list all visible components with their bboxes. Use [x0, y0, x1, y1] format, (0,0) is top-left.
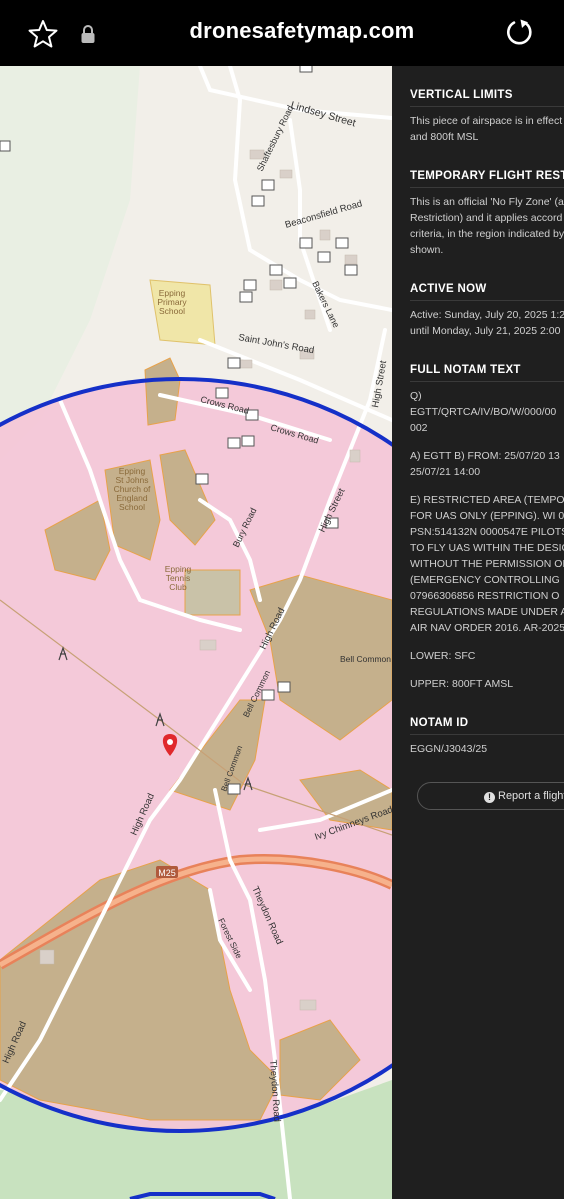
notam-line: Q)	[410, 390, 422, 402]
url-text[interactable]: dronesafetymap.com	[130, 18, 474, 44]
street-label: Bell Common	[340, 654, 391, 664]
report-flight-button[interactable]: ! Report a flight	[417, 782, 564, 810]
notam-line: PSN:514132N 0000547E PILOTS	[410, 526, 564, 538]
divider	[410, 734, 564, 735]
notam-line: TO FLY UAS WITHIN THE DESIG	[410, 542, 564, 554]
section-line: Restriction) and it applies accord	[410, 212, 563, 224]
notam-line: (EMERGENCY CONTROLLING	[410, 574, 560, 586]
notam-spacer	[410, 436, 564, 448]
notam-line: WITHOUT THE PERMISSION OF	[410, 558, 564, 570]
notam-line: E) RESTRICTED AREA (TEMPO	[410, 494, 564, 506]
place-label: School	[159, 306, 185, 316]
lock-icon	[81, 25, 95, 43]
notam-line: 25/07/21 14:00	[410, 466, 481, 478]
section-line: This is an official 'No Fly Zone' (a	[410, 196, 564, 208]
section-line: criteria, in the region indicated by	[410, 228, 564, 240]
section-title: FULL NOTAM TEXT	[410, 364, 521, 376]
section-line: shown.	[410, 244, 444, 256]
map-view[interactable]: M25 Lindsey Street Shaftesbury Road Beac…	[0, 66, 392, 1199]
section-temporary-flight-restriction: TEMPORARY FLIGHT RESTRIC This is an offi…	[410, 167, 564, 258]
notam-line: REGULATIONS MADE UNDER A	[410, 606, 564, 618]
divider	[410, 106, 564, 107]
m25-label: M25	[158, 868, 176, 878]
section-vertical-limits: VERTICAL LIMITS This piece of airspace i…	[410, 86, 564, 145]
section-line: until Monday, July 21, 2025 2:00	[410, 325, 561, 337]
notam-line: AIR NAV ORDER 2016. AR-2025	[410, 622, 564, 634]
reload-icon[interactable]	[504, 18, 534, 48]
notam-line: EGTT/QRTCA/IV/BO/W/000/00	[410, 406, 557, 418]
notam-line: A) EGTT B) FROM: 25/07/20 13	[410, 450, 560, 462]
notam-spacer	[410, 664, 564, 676]
notam-id-value: EGGN/J3043/25	[410, 743, 488, 755]
section-line: This piece of airspace is in effect	[410, 115, 563, 127]
notam-spacer	[410, 636, 564, 648]
section-line: Active: Sunday, July 20, 2025 1:2	[410, 309, 564, 321]
section-title: TEMPORARY FLIGHT RESTRIC	[410, 170, 564, 182]
report-flight-label: Report a flight	[498, 790, 564, 802]
info-icon: !	[484, 792, 495, 803]
browser-toolbar: dronesafetymap.com	[0, 0, 564, 66]
divider	[410, 187, 564, 188]
place-label: Club	[169, 582, 187, 592]
notam-line: 002	[410, 422, 428, 434]
divider	[410, 300, 564, 301]
notam-line: UPPER: 800FT AMSL	[410, 678, 514, 690]
section-notam-id: NOTAM ID EGGN/J3043/25	[410, 714, 564, 757]
section-full-notam-text: FULL NOTAM TEXT Q) EGTT/QRTCA/IV/BO/W/00…	[410, 361, 564, 692]
section-active-now: ACTIVE NOW Active: Sunday, July 20, 2025…	[410, 280, 564, 339]
notam-spacer	[410, 480, 564, 492]
notam-line: FOR UAS ONLY (EPPING). WI 0.	[410, 510, 564, 522]
map-canvas[interactable]: M25 Lindsey Street Shaftesbury Road Beac…	[0, 66, 392, 1199]
notam-line: LOWER: SFC	[410, 650, 476, 662]
section-title: VERTICAL LIMITS	[410, 89, 513, 101]
notam-line: 07966306856 RESTRICTION O	[410, 590, 560, 602]
section-title: ACTIVE NOW	[410, 283, 487, 295]
star-icon[interactable]	[28, 19, 58, 49]
section-title: NOTAM ID	[410, 717, 469, 729]
place-label: School	[119, 502, 145, 512]
airspace-info-panel: VERTICAL LIMITS This piece of airspace i…	[392, 66, 564, 1199]
divider	[410, 381, 564, 382]
section-line: and 800ft MSL	[410, 131, 479, 143]
